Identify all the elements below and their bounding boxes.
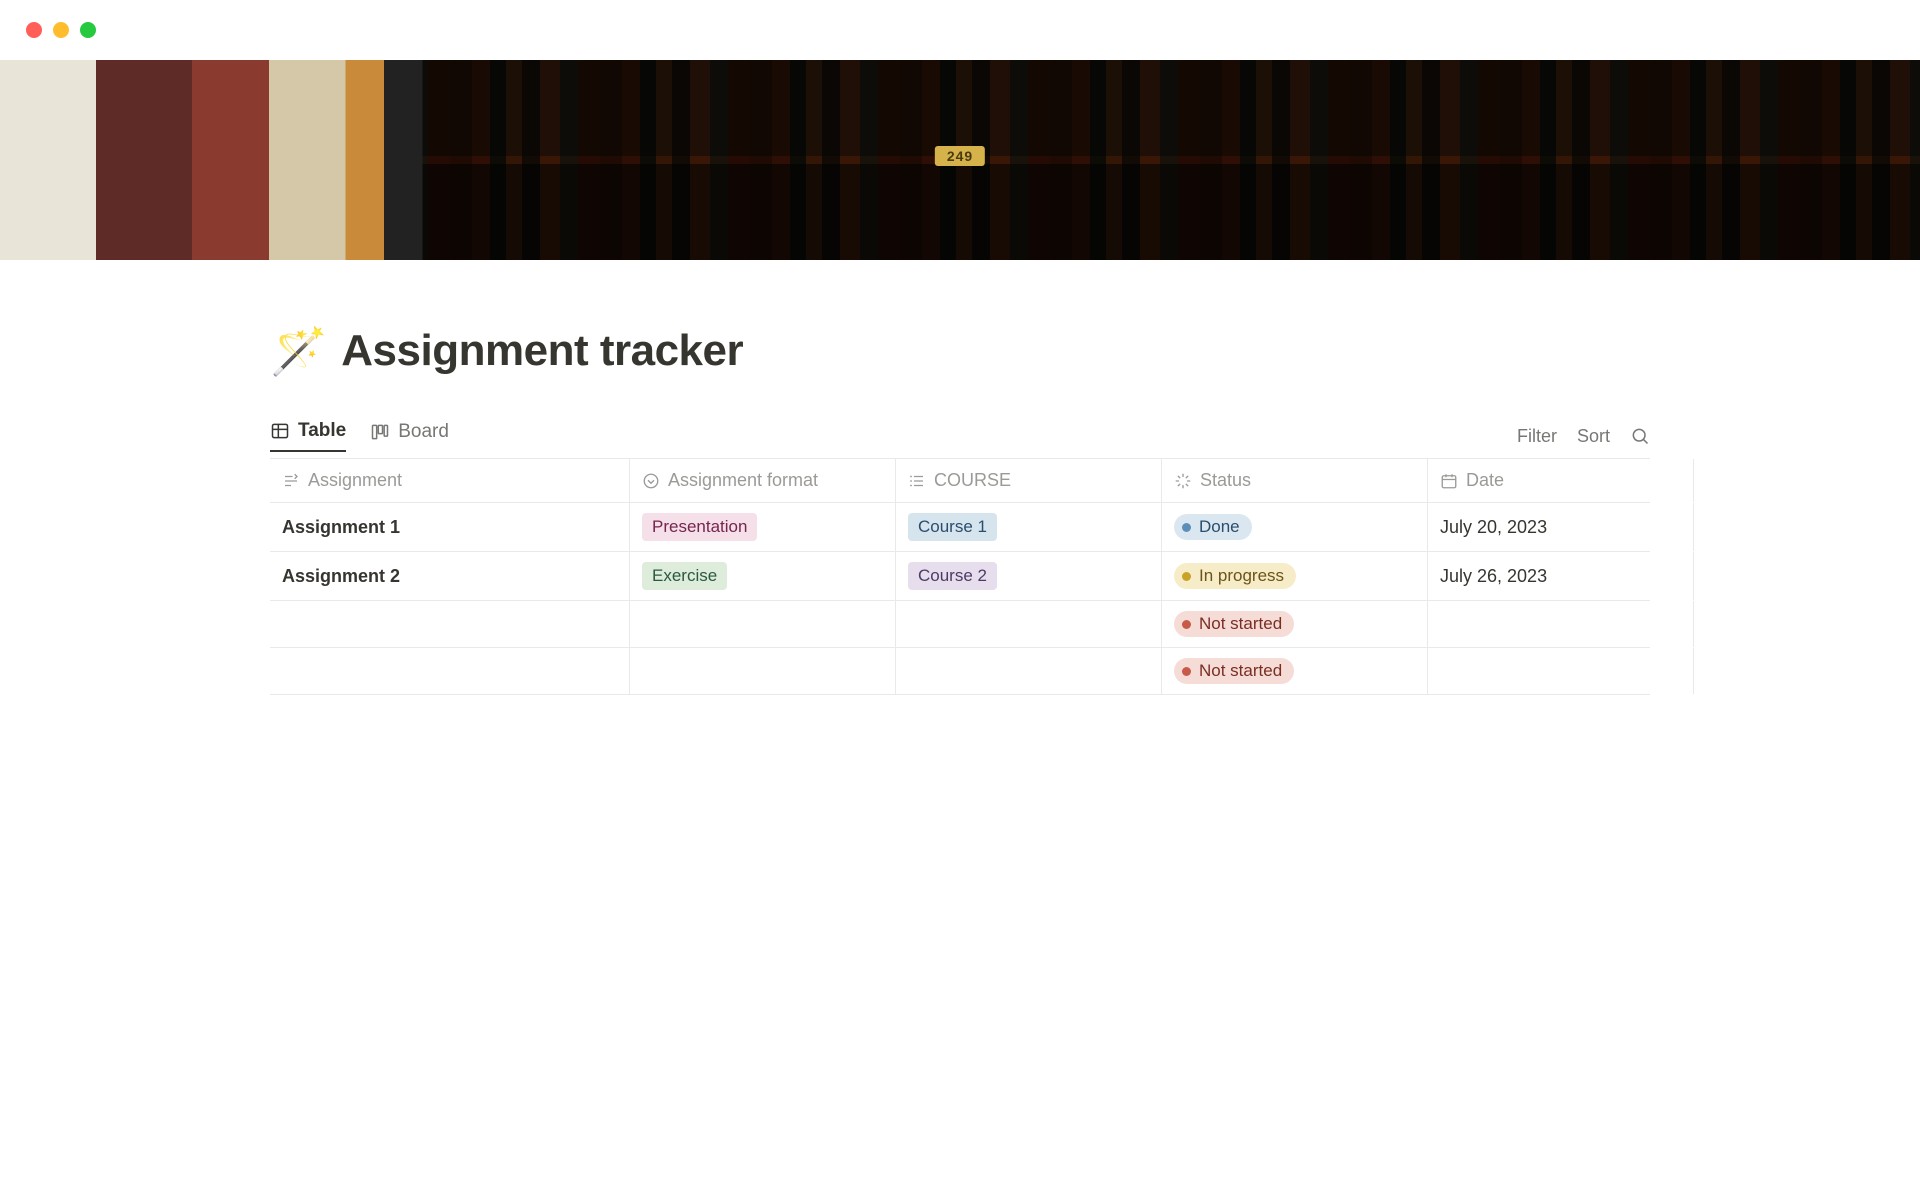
status-tag: Not started [1174, 611, 1294, 637]
search-icon[interactable] [1630, 426, 1650, 446]
col-course-label: COURSE [934, 470, 1011, 491]
database-table: Assignment Assignment format COURSE Stat… [270, 458, 1650, 695]
col-assignment-label: Assignment [308, 470, 402, 491]
status-dot-icon [1182, 667, 1191, 676]
date-property-icon [1440, 472, 1458, 490]
multiselect-property-icon [908, 472, 926, 490]
status-label: Not started [1199, 614, 1282, 634]
table-row[interactable]: Not started [270, 601, 1650, 648]
page-header: 🪄 Assignment tracker [270, 326, 1650, 376]
status-label: In progress [1199, 566, 1284, 586]
cell-course[interactable]: Course 1 [896, 503, 1162, 551]
cell-status[interactable]: Done [1162, 503, 1428, 551]
cell-course[interactable] [896, 601, 1162, 647]
course-tag: Course 1 [908, 513, 997, 541]
status-dot-icon [1182, 620, 1191, 629]
cell-format[interactable] [630, 648, 896, 694]
cell-date[interactable]: July 20, 2023 [1428, 503, 1694, 551]
col-assignment[interactable]: Assignment [270, 459, 630, 502]
status-tag: Not started [1174, 658, 1294, 684]
table-row[interactable]: Assignment 2ExerciseCourse 2In progressJ… [270, 552, 1650, 601]
course-tag: Course 2 [908, 562, 997, 590]
page-icon[interactable]: 🪄 [270, 328, 327, 374]
cell-date[interactable] [1428, 648, 1694, 694]
format-tag: Exercise [642, 562, 727, 590]
col-date-label: Date [1466, 470, 1504, 491]
cell-assignment[interactable] [270, 601, 630, 647]
cell-trailing [1694, 648, 1718, 694]
cell-status[interactable]: Not started [1162, 648, 1428, 694]
cell-course[interactable]: Course 2 [896, 552, 1162, 600]
col-format-label: Assignment format [668, 470, 818, 491]
table-header-row: Assignment Assignment format COURSE Stat… [270, 459, 1650, 503]
status-property-icon [1174, 472, 1192, 490]
maximize-window-button[interactable] [80, 22, 96, 38]
table-row[interactable]: Assignment 1PresentationCourse 1DoneJuly… [270, 503, 1650, 552]
tab-board[interactable]: Board [370, 421, 449, 451]
view-tabs: Table Board [270, 420, 449, 452]
tab-table-label: Table [298, 420, 346, 442]
cell-course[interactable] [896, 648, 1162, 694]
filter-button[interactable]: Filter [1517, 426, 1557, 447]
status-label: Done [1199, 517, 1240, 537]
window-controls [0, 0, 1920, 60]
sort-button[interactable]: Sort [1577, 426, 1610, 447]
cell-format[interactable]: Presentation [630, 503, 896, 551]
minimize-window-button[interactable] [53, 22, 69, 38]
page-cover[interactable] [0, 60, 1920, 260]
close-window-button[interactable] [26, 22, 42, 38]
cell-format[interactable]: Exercise [630, 552, 896, 600]
select-property-icon [642, 472, 660, 490]
view-controls: Filter Sort [1517, 426, 1650, 447]
tab-board-label: Board [398, 421, 449, 443]
col-status[interactable]: Status [1162, 459, 1428, 502]
cell-trailing [1694, 552, 1718, 600]
text-property-icon [282, 472, 300, 490]
cell-status[interactable]: Not started [1162, 601, 1428, 647]
cell-assignment[interactable] [270, 648, 630, 694]
status-dot-icon [1182, 523, 1191, 532]
table-row[interactable]: Not started [270, 648, 1650, 695]
cell-assignment[interactable]: Assignment 1 [270, 503, 630, 551]
cell-status[interactable]: In progress [1162, 552, 1428, 600]
status-label: Not started [1199, 661, 1282, 681]
col-add[interactable] [1694, 459, 1718, 502]
status-dot-icon [1182, 572, 1191, 581]
cell-assignment[interactable]: Assignment 2 [270, 552, 630, 600]
cell-date[interactable] [1428, 601, 1694, 647]
col-date[interactable]: Date [1428, 459, 1694, 502]
cell-trailing [1694, 601, 1718, 647]
cell-format[interactable] [630, 601, 896, 647]
cell-trailing [1694, 503, 1718, 551]
cell-date[interactable]: July 26, 2023 [1428, 552, 1694, 600]
status-tag: Done [1174, 514, 1252, 540]
format-tag: Presentation [642, 513, 757, 541]
tab-table[interactable]: Table [270, 420, 346, 452]
status-tag: In progress [1174, 563, 1296, 589]
board-icon [370, 422, 390, 442]
col-format[interactable]: Assignment format [630, 459, 896, 502]
page-title[interactable]: Assignment tracker [341, 326, 743, 376]
table-icon [270, 421, 290, 441]
col-status-label: Status [1200, 470, 1251, 491]
col-course[interactable]: COURSE [896, 459, 1162, 502]
